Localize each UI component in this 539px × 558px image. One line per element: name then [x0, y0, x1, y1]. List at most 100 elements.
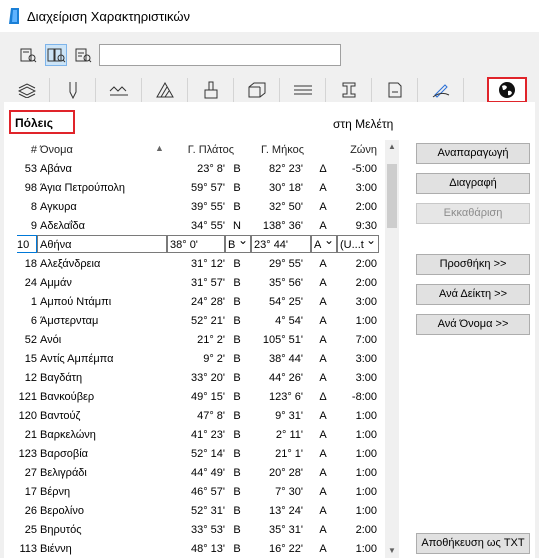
- add-button[interactable]: Προσθήκη >>: [416, 254, 530, 275]
- table-row[interactable]: 27 Βελιγράδι 44° 49' B 20° 28' A 1:00: [17, 463, 379, 482]
- cell-latitude: 52° 14': [190, 448, 225, 460]
- table-row[interactable]: 21 Βαρκελώνη 41° 23' B 2° 11' A 1:00: [17, 425, 379, 444]
- cell-longitude: 7° 30': [275, 486, 303, 498]
- cell-latitude: 41° 23': [190, 429, 225, 441]
- cell-latitude: 39° 55': [190, 201, 225, 213]
- search-input[interactable]: [99, 44, 341, 66]
- scrollbar-thumb[interactable]: [387, 164, 397, 228]
- delete-button[interactable]: Διαγραφή: [416, 173, 530, 194]
- tab-cities[interactable]: [487, 77, 527, 103]
- cell-latitude: 23° 8': [197, 163, 225, 175]
- cities-table: # Όνομα ▲ Γ. Πλάτος Γ. Μήκος Ζώνη 53 Αβάν…: [17, 140, 379, 558]
- table-row[interactable]: 9 Αδελαΐδα 34° 55' N 138° 36' A 9:30: [17, 216, 379, 235]
- edit-ew-dropdown[interactable]: A: [311, 235, 337, 253]
- cell-longitude: 82° 23': [268, 163, 303, 175]
- table-row[interactable]: 8 Αγκυρα 39° 55' B 32° 50' A 2:00: [17, 197, 379, 216]
- table-row[interactable]: 121 Βανκούβερ 49° 15' B 123° 6' Δ -8:00: [17, 387, 379, 406]
- cell-name: Αμμάν: [40, 277, 72, 289]
- scroll-down-arrow-icon[interactable]: ▼: [385, 544, 399, 558]
- scroll-up-arrow-icon[interactable]: ▲: [385, 140, 399, 154]
- column-header-zone[interactable]: Ζώνη: [335, 144, 377, 156]
- cell-ew: A: [319, 486, 327, 498]
- tab-fills[interactable]: [142, 78, 188, 102]
- by-name-button[interactable]: Ανά Όνομα >>: [416, 314, 530, 335]
- cell-ew: A: [319, 524, 327, 536]
- edit-latitude-field[interactable]: 38° 0': [167, 235, 225, 253]
- cell-latitude: 9° 2': [203, 353, 225, 365]
- cell-zone: 1:00: [355, 467, 377, 479]
- table-row[interactable]: 10Αθήνα38° 0'B23° 44'A(U...t: [17, 235, 379, 254]
- column-header-latitude[interactable]: Γ. Πλάτος: [164, 144, 234, 156]
- table-row[interactable]: 1 Αμπού Ντάμπι 24° 28' B 54° 25' A 3:00: [17, 292, 379, 311]
- tab-layers[interactable]: [4, 78, 50, 102]
- column-header-longitude[interactable]: Γ. Μήκος: [242, 144, 304, 156]
- cell-name: Βερολίνο: [40, 505, 84, 517]
- clear-button[interactable]: Εκκαθάριση: [416, 203, 530, 224]
- tab-zone-categories[interactable]: [372, 78, 418, 102]
- cell-num: 24: [24, 277, 37, 289]
- table-row[interactable]: 6 Άμστερνταμ 52° 21' B 4° 54' A 1:00: [17, 311, 379, 330]
- cell-name: Βαντούζ: [40, 410, 81, 422]
- split-view-icon[interactable]: [45, 44, 67, 66]
- table-row[interactable]: 52 Ανόι 21° 2' B 105° 51' A 7:00: [17, 330, 379, 349]
- cell-zone: 3:00: [355, 182, 377, 194]
- tab-line-types[interactable]: [96, 78, 142, 102]
- cell-latitude: 31° 57': [190, 277, 225, 289]
- cell-longitude: 16° 22': [268, 543, 303, 555]
- column-header-num[interactable]: #: [17, 144, 37, 156]
- cell-longitude: 35° 31': [268, 524, 303, 536]
- table-row[interactable]: 17 Βέρνη 46° 57' B 7° 30' A 1:00: [17, 482, 379, 501]
- table-row[interactable]: 26 Βερολίνο 52° 31' B 13° 24' A 1:00: [17, 501, 379, 520]
- cell-longitude: 30° 18': [268, 182, 303, 194]
- cell-longitude: 35° 56': [268, 277, 303, 289]
- cell-num: 120: [18, 410, 37, 422]
- cell-name: Βαρκελώνη: [40, 429, 96, 441]
- cell-zone: 7:00: [355, 334, 377, 346]
- table-row[interactable]: 25 Βηρυτός 33° 53' B 35° 31' A 2:00: [17, 520, 379, 539]
- table-row[interactable]: 120 Βαντούζ 47° 8' B 9° 31' A 1:00: [17, 406, 379, 425]
- tab-surfaces[interactable]: [188, 78, 234, 102]
- duplicate-button[interactable]: Αναπαραγωγή: [416, 143, 530, 164]
- edit-name-field[interactable]: Αθήνα: [37, 235, 167, 253]
- edit-ns-dropdown[interactable]: B: [225, 235, 251, 253]
- edit-zone-dropdown[interactable]: (U...t: [337, 235, 379, 253]
- table-row[interactable]: 113 Βιέννη 48° 13' B 16° 22' A 1:00: [17, 539, 379, 558]
- cell-latitude: 31° 12': [190, 258, 225, 270]
- list-view-icon[interactable]: [17, 44, 39, 66]
- cell-name: Βαγδάτη: [40, 372, 83, 384]
- detail-view-icon[interactable]: [72, 44, 94, 66]
- table-row[interactable]: 53 Αβάνα 23° 8' B 82° 23' Δ -5:00: [17, 159, 379, 178]
- table-scrollbar[interactable]: ▲ ▼: [385, 140, 399, 558]
- edit-longitude-field[interactable]: 23° 44': [251, 235, 311, 253]
- tab-markup-styles[interactable]: [418, 78, 464, 102]
- cell-num: 15: [24, 353, 37, 365]
- tab-profiles[interactable]: [326, 78, 372, 102]
- tab-building-materials[interactable]: [234, 78, 280, 102]
- cell-num: 53: [24, 163, 37, 175]
- cell-zone: 3:00: [355, 372, 377, 384]
- cell-longitude: 138° 36': [262, 220, 303, 232]
- cell-latitude: 49° 15': [190, 391, 225, 403]
- cell-name: Ανόι: [40, 334, 62, 346]
- cell-latitude: 44° 49': [190, 467, 225, 479]
- table-row[interactable]: 24 Αμμάν 31° 57' B 35° 56' A 2:00: [17, 273, 379, 292]
- cell-zone: 1:00: [355, 505, 377, 517]
- cell-name: Βανκούβερ: [40, 391, 95, 403]
- tab-composites[interactable]: [280, 78, 326, 102]
- table-row[interactable]: 18 Αλεξάνδρεια 31° 12' B 29° 55' A 2:00: [17, 254, 379, 273]
- table-row[interactable]: 15 Αντίς Αμπέμπα 9° 2' B 38° 44' A 3:00: [17, 349, 379, 368]
- table-row[interactable]: 123 Βαρσοβία 52° 14' B 21° 1' A 1:00: [17, 444, 379, 463]
- table-row[interactable]: 98 Άγια Πετρούπολη 59° 57' B 30° 18' A 3:00: [17, 178, 379, 197]
- archicad-app-icon: [9, 8, 19, 24]
- cell-num: 8: [30, 201, 37, 213]
- line-types-icon: [109, 86, 128, 96]
- by-index-button[interactable]: Ανά Δείκτη >>: [416, 284, 530, 305]
- cell-longitude: 123° 6': [268, 391, 303, 403]
- cell-latitude: 47° 8': [197, 410, 225, 422]
- cell-longitude: 20° 28': [268, 467, 303, 479]
- tab-pens[interactable]: [50, 78, 96, 102]
- edit-num-field[interactable]: 10: [17, 235, 37, 253]
- table-row[interactable]: 12 Βαγδάτη 33° 20' B 44° 26' A 3:00: [17, 368, 379, 387]
- save-as-txt-button[interactable]: Αποθήκευση ως TXT: [416, 533, 530, 554]
- column-header-name[interactable]: Όνομα: [40, 144, 73, 156]
